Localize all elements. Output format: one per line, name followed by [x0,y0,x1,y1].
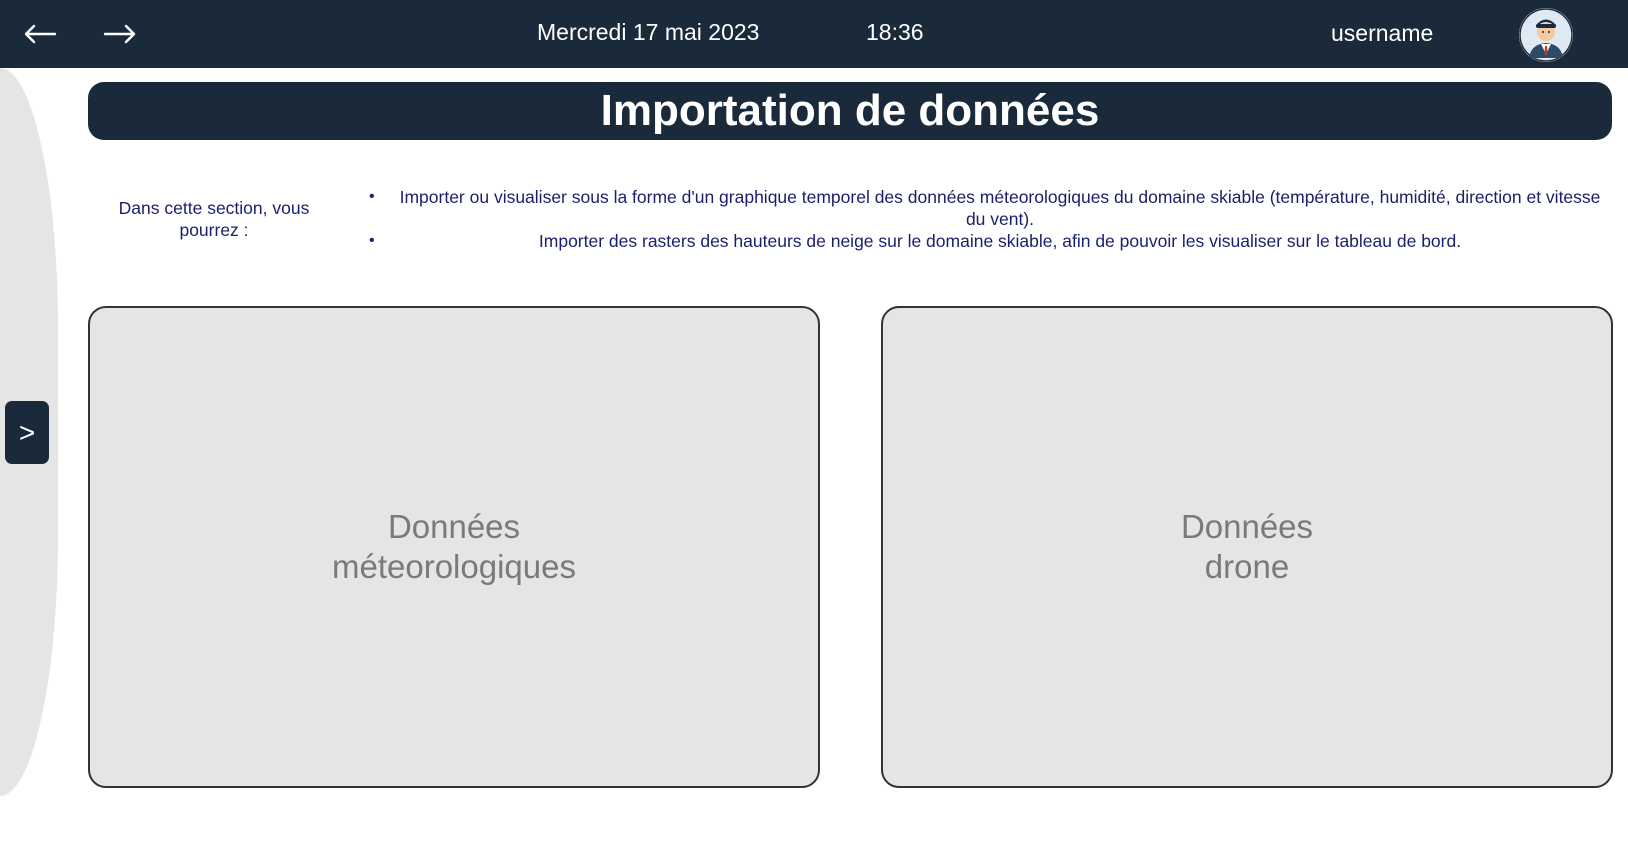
sidebar-toggle-button[interactable]: > [5,401,49,464]
back-button[interactable] [18,12,62,56]
user-avatar-icon[interactable] [1519,8,1573,62]
feature-item-meteo: Importer ou visualiser sous la forme d'u… [369,186,1607,230]
arrow-right-icon [103,24,136,44]
intro-text: Dans cette section, vous pourrez : [118,198,310,240]
feature-item-raster: Importer des rasters des hauteurs de nei… [369,230,1607,252]
feature-list: Importer ou visualiser sous la forme d'u… [369,186,1607,252]
username-label[interactable]: username [1331,20,1433,47]
current-date: Mercredi 17 mai 2023 [537,19,760,45]
drone-card-label: Données drone [1180,508,1314,585]
page-title: Importation de données [88,82,1612,140]
meteo-card-label: Données méteorologiques [332,508,576,585]
forward-button[interactable] [98,12,142,56]
arrow-left-icon [24,24,57,44]
top-bar: Mercredi 17 mai 2023 18:36 username [0,0,1628,68]
meteo-data-card[interactable]: Données méteorologiques [88,306,820,788]
drone-data-card[interactable]: Données drone [881,306,1613,788]
current-time: 18:36 [866,19,924,45]
